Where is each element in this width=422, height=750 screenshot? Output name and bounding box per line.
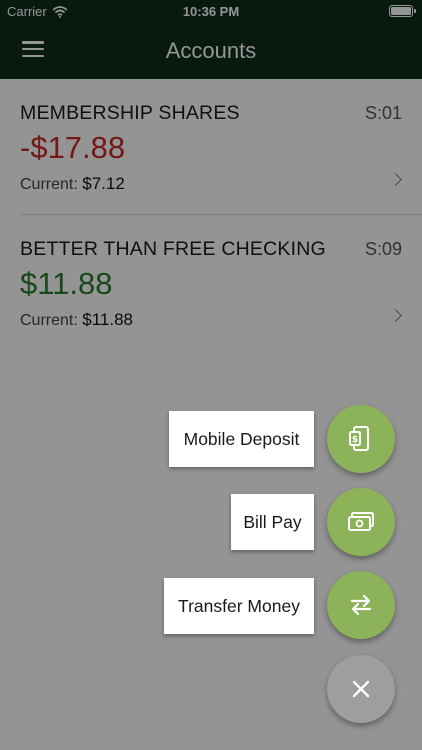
transfer-icon xyxy=(350,594,372,616)
fab-menu-overlay[interactable]: Mobile Deposit $ Bill Pay Transfer Money xyxy=(0,0,422,750)
svg-text:$: $ xyxy=(352,435,358,445)
bill-pay-icon xyxy=(348,512,374,531)
mobile-deposit-icon: $ xyxy=(349,426,369,451)
transfer-money-button[interactable] xyxy=(327,571,395,639)
bill-pay-button[interactable] xyxy=(327,488,395,556)
mobile-deposit-label[interactable]: Mobile Deposit xyxy=(169,411,314,467)
mobile-deposit-button[interactable]: $ xyxy=(327,405,395,473)
close-icon xyxy=(352,680,370,698)
bill-pay-label[interactable]: Bill Pay xyxy=(231,494,314,550)
close-fab-button[interactable] xyxy=(327,655,395,723)
transfer-money-label[interactable]: Transfer Money xyxy=(164,578,314,634)
